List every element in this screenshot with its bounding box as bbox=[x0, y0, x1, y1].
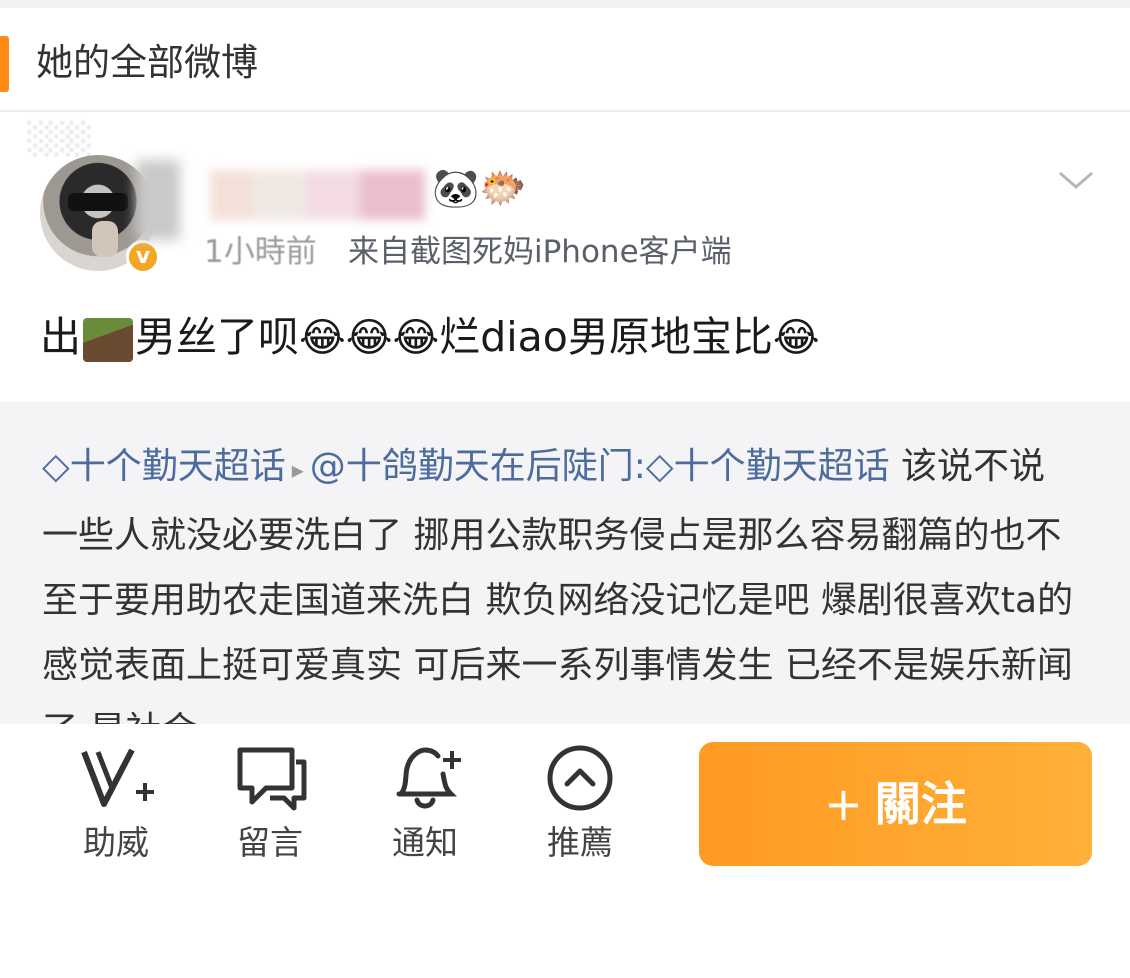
post-text-part: 男丝了呗 bbox=[135, 313, 299, 361]
post-text: 出 男丝了呗😂😂😂烂diao男原地宝比😂 bbox=[40, 306, 820, 369]
redacted-block bbox=[136, 160, 180, 240]
chevron-up-circle-icon bbox=[547, 745, 613, 811]
laughing-emoji-icon: 😂😂😂 bbox=[299, 315, 440, 361]
post-time: 1小時前 bbox=[204, 234, 317, 270]
comment-button[interactable]: 留言 bbox=[210, 742, 330, 864]
diamond-icon: ◇ bbox=[42, 446, 70, 487]
post-source: 来自截图死妈iPhone客户端 bbox=[348, 234, 732, 270]
laughing-emoji-icon: 😂 bbox=[772, 315, 820, 361]
top-divider bbox=[0, 0, 1130, 8]
play-arrow-icon: ▸ bbox=[291, 456, 304, 484]
cheer-button[interactable]: 助威 bbox=[56, 742, 176, 864]
bell-plus-icon bbox=[396, 747, 461, 809]
notify-label: 通知 bbox=[392, 823, 458, 862]
avatar-hand bbox=[92, 221, 118, 257]
repost-box[interactable]: ◇十个勤天超话 ▸ @十鸽勤天在后陡门:◇十个勤天超话 该说不说 一些人就没必要洗白… bbox=[0, 402, 1130, 724]
user-badges: 🐼🐡 bbox=[432, 166, 527, 210]
railway-emoji-icon bbox=[83, 318, 133, 362]
avatar-decoration: ░░░ bbox=[28, 122, 93, 157]
diamond-icon: ◇ bbox=[645, 446, 674, 487]
cheer-label: 助威 bbox=[83, 823, 149, 862]
repost-text: ◇十个勤天超话 ▸ @十鸽勤天在后陡门:◇十个勤天超话 该说不说 一些人就没必要洗白… bbox=[42, 434, 1092, 724]
topic-link[interactable]: ◇十个勤天超话 bbox=[42, 446, 286, 487]
avatar-glasses bbox=[68, 193, 128, 211]
section-accent-bar bbox=[0, 36, 9, 92]
notify-button[interactable]: 通知 bbox=[365, 742, 485, 864]
follow-label: 關注 bbox=[874, 777, 967, 831]
verified-badge-icon: v bbox=[126, 240, 160, 274]
v-plus-icon bbox=[81, 748, 154, 807]
recommend-label: 推薦 bbox=[547, 823, 613, 862]
comment-label: 留言 bbox=[237, 823, 303, 862]
recommend-button[interactable]: 推薦 bbox=[520, 742, 640, 864]
post-text-part: 出 bbox=[40, 313, 81, 361]
topic-link[interactable]: ◇十个勤天超话 bbox=[646, 446, 890, 487]
plus-icon: + bbox=[824, 777, 863, 831]
username-redacted[interactable] bbox=[210, 170, 425, 220]
repost-body: 该说不说 一些人就没必要洗白了 挪用公款职务侵占是那么容易翻篇的也不至于要用助农… bbox=[42, 446, 1074, 724]
chevron-down-icon[interactable] bbox=[1056, 165, 1096, 195]
follow-button[interactable]: + 關注 bbox=[699, 742, 1092, 866]
repost-user-link[interactable]: @十鸽勤天在后陡门: bbox=[310, 446, 646, 487]
comment-icon bbox=[237, 747, 307, 811]
section-header: 她的全部微博 bbox=[0, 8, 1130, 112]
topic-link-label: 十个勤天超话 bbox=[673, 446, 890, 487]
section-title: 她的全部微博 bbox=[36, 41, 258, 84]
topic-link-label: 十个勤天超话 bbox=[69, 446, 286, 487]
post-text-part: 烂diao男原地宝比 bbox=[439, 313, 773, 361]
